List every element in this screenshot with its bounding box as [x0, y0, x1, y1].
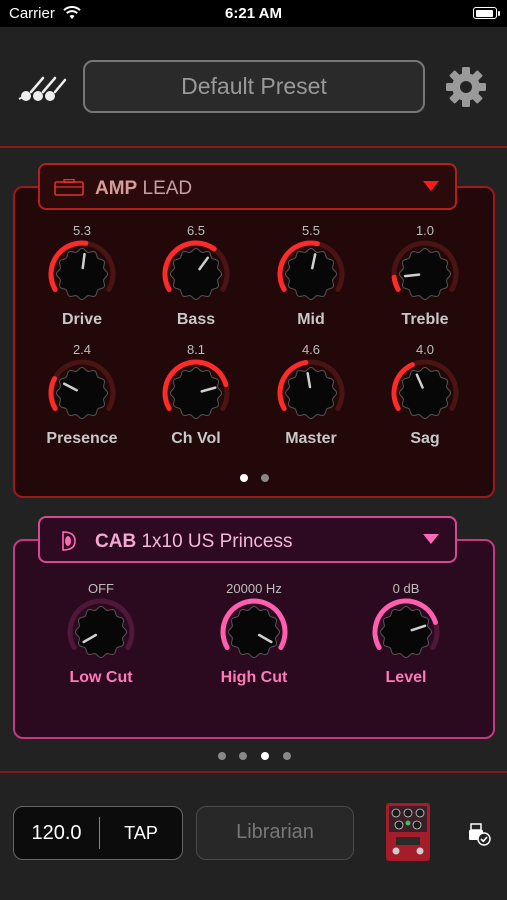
footer-divider [0, 771, 507, 773]
amp-page-dot-2[interactable] [261, 474, 269, 482]
treble-knob[interactable] [390, 239, 460, 309]
master-knob[interactable] [276, 358, 346, 428]
high-cut-knob[interactable] [219, 597, 289, 667]
amp-knob-group: 6.5 Bass [151, 223, 241, 329]
gear-icon[interactable] [444, 65, 488, 109]
drive-label: Drive [61, 311, 103, 328]
ch-vol-value: 8.1 [186, 342, 206, 357]
chevron-down-icon[interactable] [423, 534, 439, 544]
cab-knob-group: OFF Low Cut [56, 581, 146, 687]
amp-model-selector[interactable]: AMP LEAD [38, 163, 457, 210]
preset-name-button[interactable]: Default Preset [83, 60, 425, 113]
level-value: 0 dB [392, 581, 420, 596]
amp-knob-group: 1.0 Treble [380, 223, 470, 329]
presence-value: 2.4 [72, 342, 92, 357]
amp-icon [54, 179, 84, 196]
amp-knob-group: 4.6 Master [266, 342, 356, 448]
header-divider [0, 146, 507, 148]
guitar-pegs-icon[interactable] [17, 72, 67, 104]
sag-knob[interactable] [390, 358, 460, 428]
amp-knob-group: 2.4 Presence [37, 342, 127, 448]
master-label: Master [285, 430, 337, 447]
cab-model-name: 1x10 US Princess [141, 531, 293, 552]
high-cut-label: High Cut [220, 669, 288, 686]
sag-value: 4.0 [415, 342, 435, 357]
bass-label: Bass [176, 311, 216, 328]
amp-page-dot-1[interactable] [240, 474, 248, 482]
bass-value: 6.5 [186, 223, 206, 238]
tempo-control: 120.0 TAP [13, 806, 183, 860]
treble-label: Treble [401, 311, 449, 328]
low-cut-label: Low Cut [69, 669, 133, 686]
presence-label: Presence [46, 430, 118, 447]
page-dot-4[interactable] [283, 752, 291, 760]
mid-label: Mid [297, 311, 325, 328]
usb-check-icon[interactable] [467, 822, 491, 846]
speaker-icon [62, 531, 76, 551]
amp-knob-group: 8.1 Ch Vol [151, 342, 241, 448]
pedal-icon[interactable] [384, 801, 432, 863]
amp-knob-group: 5.3 Drive [37, 223, 127, 329]
mid-value: 5.5 [301, 223, 321, 238]
master-value: 4.6 [301, 342, 321, 357]
page-dot-3[interactable] [261, 752, 269, 760]
amp-model-name: LEAD [142, 178, 193, 199]
low-cut-value: OFF [88, 581, 114, 596]
level-label: Level [385, 669, 427, 686]
amp-type-label: AMP [95, 178, 138, 199]
drive-value: 5.3 [72, 223, 92, 238]
presence-knob[interactable] [47, 358, 117, 428]
cab-model-selector[interactable]: CAB 1x10 US Princess [38, 516, 457, 563]
status-bar: Carrier 6:21 AM [0, 0, 507, 27]
cab-knob-group: 0 dB Level [361, 581, 451, 687]
high-cut-value: 20000 Hz [226, 581, 282, 596]
battery-icon [473, 7, 500, 19]
page-dot-1[interactable] [218, 752, 226, 760]
librarian-button[interactable]: Librarian [196, 806, 354, 860]
ch-vol-knob[interactable] [161, 358, 231, 428]
ch-vol-label: Ch Vol [171, 430, 221, 447]
mid-knob[interactable] [276, 239, 346, 309]
cab-type-label: CAB [95, 531, 137, 552]
level-knob[interactable] [371, 597, 441, 667]
clock: 6:21 AM [225, 5, 282, 22]
chevron-down-icon[interactable] [423, 181, 439, 191]
amp-knob-group: 5.5 Mid [266, 223, 356, 329]
page-dot-2[interactable] [239, 752, 247, 760]
tap-button[interactable]: TAP [100, 823, 182, 844]
drive-knob[interactable] [47, 239, 117, 309]
bass-knob[interactable] [161, 239, 231, 309]
bpm-value[interactable]: 120.0 [14, 822, 99, 845]
amp-knob-group: 4.0 Sag [380, 342, 470, 448]
low-cut-knob[interactable] [66, 597, 136, 667]
treble-value: 1.0 [415, 223, 435, 238]
cab-knob-group: 20000 Hz High Cut [209, 581, 299, 687]
sag-label: Sag [410, 430, 440, 447]
